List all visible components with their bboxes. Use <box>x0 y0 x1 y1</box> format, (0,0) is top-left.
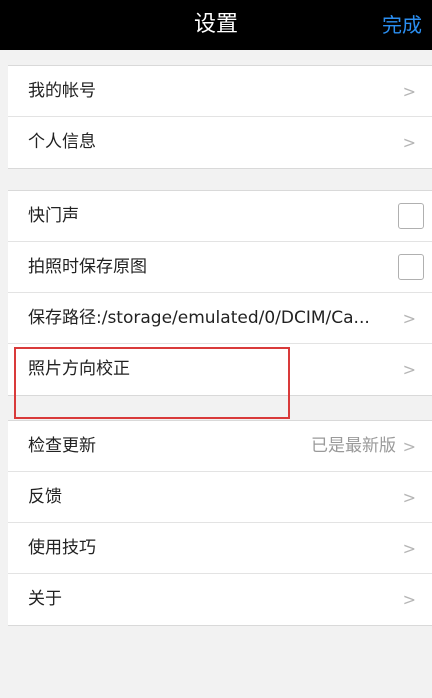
chevron-right-icon: > <box>402 437 416 456</box>
row-label: 关于 <box>28 589 62 609</box>
chevron-right-icon: > <box>402 539 416 558</box>
update-status: 已是最新版 <box>311 436 396 456</box>
row-label: 检查更新 <box>28 436 96 456</box>
settings-row-feedback[interactable]: 反馈 > <box>8 472 432 523</box>
chevron-right-icon: > <box>402 82 416 101</box>
settings-row-account[interactable]: 我的帐号 > <box>8 66 432 117</box>
settings-row-check-update[interactable]: 检查更新 已是最新版 > <box>8 421 432 472</box>
save-original-checkbox[interactable] <box>398 254 424 280</box>
row-label: 保存路径:/storage/emulated/0/DCIM/Ca... <box>28 308 370 328</box>
left-edge <box>0 50 8 698</box>
highlight-box <box>14 347 290 419</box>
chevron-right-icon: > <box>402 360 416 379</box>
row-label: 拍照时保存原图 <box>28 257 147 277</box>
row-label: 个人信息 <box>28 132 96 152</box>
settings-row-about[interactable]: 关于 > <box>8 574 432 625</box>
chevron-right-icon: > <box>402 590 416 609</box>
settings-row-shutter-sound[interactable]: 快门声 <box>8 191 432 242</box>
settings-row-save-path[interactable]: 保存路径:/storage/emulated/0/DCIM/Ca... > <box>8 293 432 344</box>
settings-row-tips[interactable]: 使用技巧 > <box>8 523 432 574</box>
navigation-bar: 设置 完成 <box>0 0 432 50</box>
done-button[interactable]: 完成 <box>382 0 422 50</box>
settings-row-personal-info[interactable]: 个人信息 > <box>8 117 432 168</box>
chevron-right-icon: > <box>402 133 416 152</box>
row-label: 快门声 <box>28 206 79 226</box>
chevron-right-icon: > <box>402 488 416 507</box>
account-group: 我的帐号 > 个人信息 > <box>8 65 432 169</box>
chevron-right-icon: > <box>402 309 416 328</box>
shutter-sound-checkbox[interactable] <box>398 203 424 229</box>
about-group: 检查更新 已是最新版 > 反馈 > 使用技巧 > 关于 > <box>8 420 432 626</box>
row-label: 我的帐号 <box>28 81 96 101</box>
row-label: 反馈 <box>28 487 62 507</box>
row-label: 使用技巧 <box>28 538 96 558</box>
settings-row-save-original[interactable]: 拍照时保存原图 <box>8 242 432 293</box>
page-title: 设置 <box>193 12 238 37</box>
